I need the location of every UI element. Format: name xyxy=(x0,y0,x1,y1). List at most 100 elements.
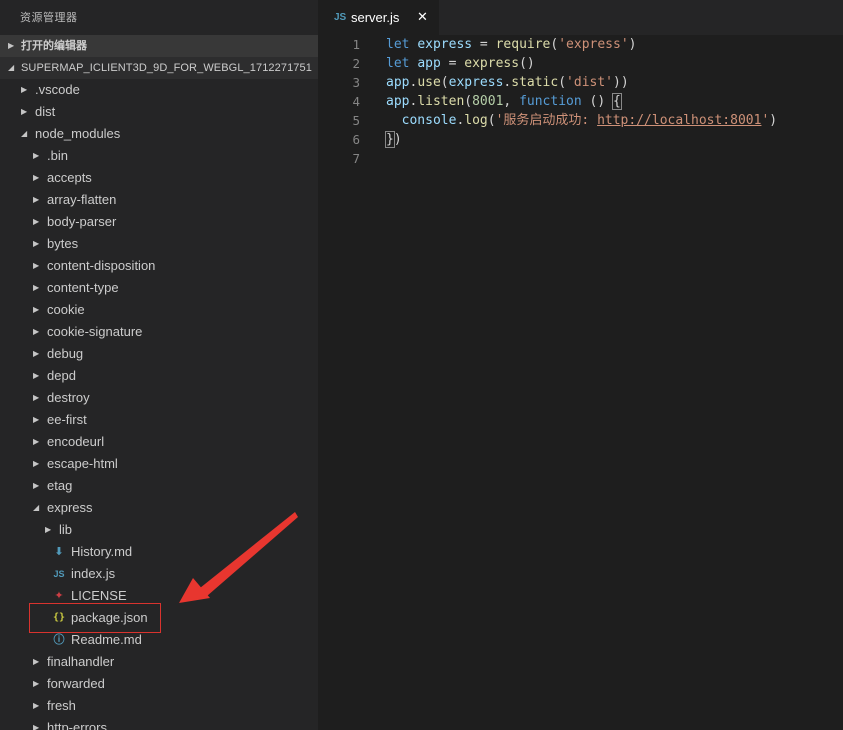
open-editors-label: 打开的编辑器 xyxy=(21,40,87,52)
tree-item[interactable]: ▶ ee-first xyxy=(0,409,318,431)
chevron-down-icon: ◢ xyxy=(21,129,28,138)
tree-item[interactable]: ▶ bytes xyxy=(0,233,318,255)
editor-area: JS server.js ✕ 1 let express = require('e… xyxy=(318,0,843,730)
code-line: 3 app.use(express.static('dist')) xyxy=(318,73,843,92)
project-root-section[interactable]: ◢ SUPERMAP_ICLIENT3D_9D_FOR_WEBGL_171227… xyxy=(0,57,318,79)
tree-item[interactable]: ▶ etag xyxy=(0,475,318,497)
line-source: let app = express() xyxy=(386,54,535,73)
chevron-right-icon: ▶ xyxy=(33,283,40,292)
code-editor[interactable]: 1 let express = require('express') 2 let ap… xyxy=(318,35,843,168)
code-token: use xyxy=(417,75,441,90)
tree-item[interactable]: ▶ finalhandler xyxy=(0,651,318,673)
code-token: '服务启动成功: xyxy=(495,113,598,128)
code-token: ( xyxy=(440,75,449,90)
tree-item[interactable]: ▶ dist xyxy=(0,101,318,123)
chevron-right-icon: ▶ xyxy=(45,525,52,534)
tree-item[interactable]: ▶ encodeurl xyxy=(0,431,318,453)
tree-item[interactable]: ▶ depd xyxy=(0,365,318,387)
code-token: function xyxy=(519,94,582,109)
tree-item[interactable]: ▶ fresh xyxy=(0,695,318,717)
tree-item-label: body-parser xyxy=(47,214,117,229)
tree-item[interactable]: ▶ content-disposition xyxy=(0,255,318,277)
explorer-title: 资源管理器 xyxy=(20,12,78,24)
line-number: 3 xyxy=(352,75,360,90)
code-line: 2 let app = express() xyxy=(318,54,843,73)
code-token: express xyxy=(417,37,473,52)
open-editors-section[interactable]: ▶ 打开的编辑器 xyxy=(0,35,318,57)
chevron-right-icon: ▶ xyxy=(33,481,40,490)
code-token: app xyxy=(386,75,410,90)
code-token: ( xyxy=(464,94,473,109)
tree-item[interactable]: ▶ cookie xyxy=(0,299,318,321)
tree-item-label: accepts xyxy=(47,170,92,185)
code-token: 'express' xyxy=(558,37,629,52)
tree-item[interactable]: ▶ escape-html xyxy=(0,453,318,475)
tree-item[interactable]: ▶ accepts xyxy=(0,167,318,189)
tree-item-label: fresh xyxy=(47,698,76,713)
line-number: 2 xyxy=(352,56,360,71)
code-token: require xyxy=(495,37,551,52)
code-token: () xyxy=(581,94,614,109)
tab-server-js[interactable]: JS server.js ✕ xyxy=(318,0,439,35)
tree-item[interactable]: ▶ .bin xyxy=(0,145,318,167)
chevron-right-icon: ▶ xyxy=(33,393,40,402)
tree-item[interactable]: ▶ cookie-signature xyxy=(0,321,318,343)
line-source: app.listen(8001, function () { xyxy=(386,92,622,111)
tree-item[interactable]: ◢ node_modules xyxy=(0,123,318,145)
tree-item[interactable]: ▶ http-errors xyxy=(0,717,318,730)
chevron-right-icon: ▶ xyxy=(33,261,40,270)
project-root-label: SUPERMAP_ICLIENT3D_9D_FOR_WEBGL_17122717… xyxy=(21,62,312,74)
tree-item-label: dist xyxy=(35,104,56,119)
tree-item[interactable]: ◢ express xyxy=(0,497,318,519)
tree-item-label: http-errors xyxy=(47,720,107,730)
tree-item[interactable]: ▶ content-type xyxy=(0,277,318,299)
line-source: console.log('服务启动成功: http://localhost:80… xyxy=(386,111,777,130)
chevron-right-icon: ▶ xyxy=(33,217,40,226)
close-icon[interactable]: ✕ xyxy=(417,9,428,25)
tree-item[interactable]: ▶ forwarded xyxy=(0,673,318,695)
tree-item[interactable]: ▶ body-parser xyxy=(0,211,318,233)
code-token: let xyxy=(386,56,410,71)
line-source: let express = require('express') xyxy=(386,35,637,54)
tree-item[interactable]: JS index.js xyxy=(0,563,318,585)
tree-item-label: forwarded xyxy=(47,676,105,691)
tab-bar: JS server.js ✕ xyxy=(318,0,843,35)
chevron-right-icon: ▶ xyxy=(33,327,40,336)
tree-item-label: depd xyxy=(47,368,76,383)
tree-item-label: content-type xyxy=(47,280,119,295)
code-line: 5 console.log('服务启动成功: http://localhost:… xyxy=(318,111,843,130)
markdown-arrow-icon: ⬇ xyxy=(54,546,64,558)
annotation-highlight-box xyxy=(29,603,161,633)
tree-item-label: cookie-signature xyxy=(47,324,143,339)
tree-item[interactable]: ▶ debug xyxy=(0,343,318,365)
code-token: app xyxy=(417,56,441,71)
chevron-right-icon: ▶ xyxy=(33,371,40,380)
tree-item-label: node_modules xyxy=(35,126,121,141)
code-line: 4 app.listen(8001, function () { xyxy=(318,92,843,111)
chevron-right-icon: ▶ xyxy=(33,657,40,666)
code-token: ) xyxy=(393,132,402,147)
tree-item[interactable]: ▶ array-flatten xyxy=(0,189,318,211)
tree-item-label: content-disposition xyxy=(47,258,156,273)
code-token: 8001 xyxy=(472,94,504,109)
code-token: ( xyxy=(487,113,496,128)
tree-item-label: express xyxy=(47,500,93,515)
code-line: 6}) xyxy=(318,130,843,149)
tree-item[interactable]: ▶ destroy xyxy=(0,387,318,409)
chevron-right-icon: ▶ xyxy=(33,415,40,424)
chevron-right-icon: ▶ xyxy=(33,723,40,730)
code-token: listen xyxy=(417,94,465,109)
code-token: express xyxy=(448,75,504,90)
chevron-right-icon: ▶ xyxy=(33,239,40,248)
tree-item[interactable]: ▶ .vscode xyxy=(0,79,318,101)
tree-item[interactable]: ⬇ History.md xyxy=(0,541,318,563)
tree-item-label: debug xyxy=(47,346,84,361)
tree-item-label: History.md xyxy=(71,544,133,559)
code-token: app xyxy=(386,94,410,109)
tree-item[interactable]: ▶ lib xyxy=(0,519,318,541)
code-token: , xyxy=(503,94,520,109)
tree-item-label: escape-html xyxy=(47,456,118,471)
code-token: let xyxy=(386,37,410,52)
code-token: http://localhost:8001 xyxy=(597,113,762,128)
code-token: } xyxy=(385,131,395,148)
